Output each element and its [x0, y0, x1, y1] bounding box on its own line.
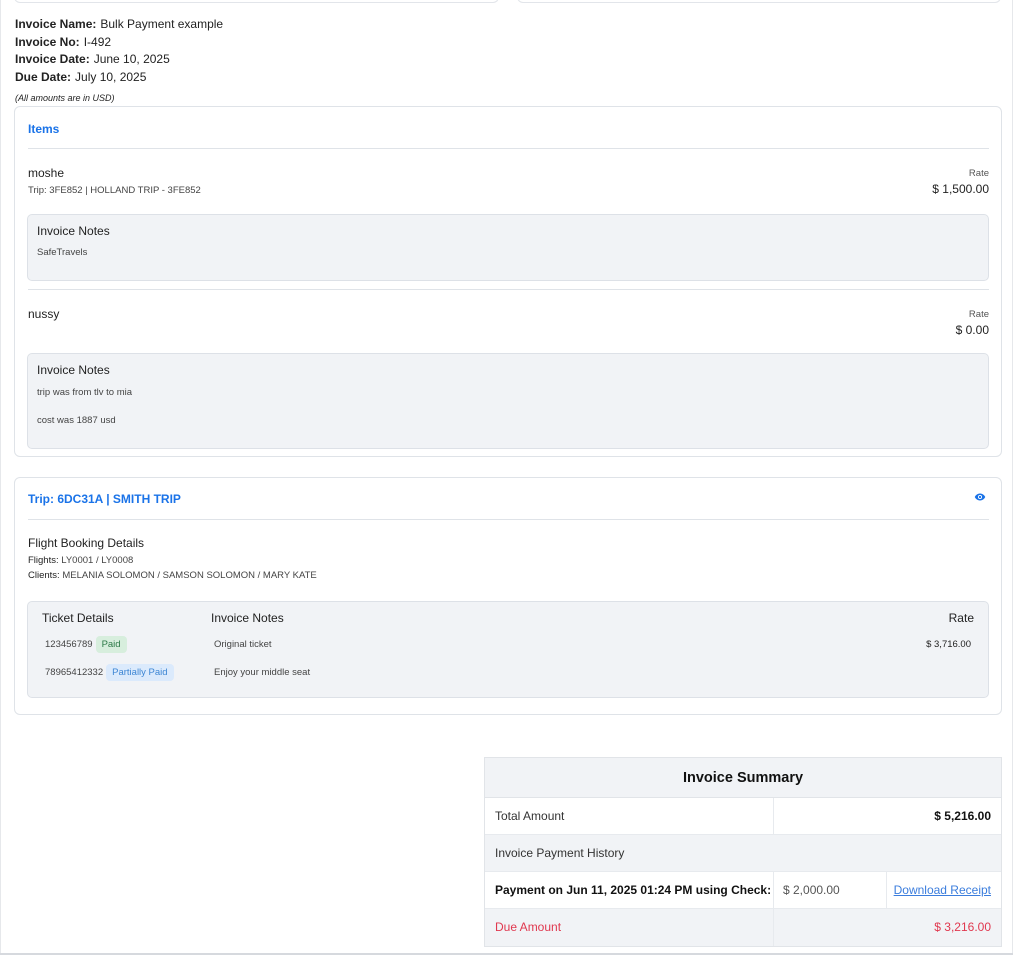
invoice-summary: Invoice Summary Total Amount $ 5,216.00 …	[484, 757, 1002, 947]
status-badge: Partially Paid	[106, 664, 174, 681]
invoice-notes-box-2: Invoice Notes trip was from tlv to mia c…	[27, 353, 989, 449]
invoice-no: I-492	[83, 34, 112, 49]
trip-card: Trip: 6DC31A | SMITH TRIP Flight Booking…	[14, 477, 1002, 715]
notes-title-2: Invoice Notes	[37, 363, 110, 377]
ticket-number: 78965412332	[45, 667, 104, 678]
invoice-name: Bulk Payment example	[100, 17, 224, 31]
currency-note: (All amounts are in USD)	[15, 93, 115, 103]
top-card-stub-left	[14, 0, 499, 3]
cell-divider	[773, 872, 774, 908]
invoice-date-row: Invoice Date: June 10, 2025	[15, 52, 170, 67]
rate-header: Rate	[948, 611, 974, 625]
left-border	[0, 0, 1, 955]
ticket-number: 123456789	[45, 639, 93, 650]
flights-row: Flights: LY0001 / LY0008	[28, 555, 134, 566]
clients-row: Clients: MELANIA SOLOMON / SAMSON SOLOMO…	[28, 570, 317, 581]
notes-title-1: Invoice Notes	[37, 224, 110, 238]
ticket-row-1: 123456789 Paid	[45, 636, 127, 653]
total-amount-value: $ 5,216.00	[934, 809, 991, 823]
items-divider	[28, 148, 989, 149]
items-title: Items	[28, 122, 60, 136]
cell-divider	[773, 909, 774, 946]
ticket-details-header: Ticket Details	[42, 611, 114, 625]
flights-value: LY0001 / LY0008	[61, 555, 134, 566]
item-sub-1: Trip: 3FE852 | HOLLAND TRIP - 3FE852	[28, 185, 201, 196]
item-name-1: moshe	[28, 166, 65, 180]
total-amount-row: Total Amount $ 5,216.00	[485, 798, 1001, 835]
payment-history-row: Invoice Payment History	[485, 835, 1001, 872]
rate-value-1: $ 1,500.00	[932, 182, 989, 196]
rate-label-1: Rate	[968, 168, 989, 179]
item-name-2: nussy	[28, 307, 60, 321]
payment-history-label: Invoice Payment History	[495, 846, 625, 860]
summary-title: Invoice Summary	[485, 758, 1001, 798]
rate-value-2: $ 0.00	[955, 323, 989, 337]
invoice-notes-box-1: Invoice Notes SafeTravels	[27, 214, 989, 281]
notes-line: trip was from tlv to mia	[37, 387, 133, 398]
notes-line: SafeTravels	[37, 247, 88, 258]
invoice-date: June 10, 2025	[93, 52, 170, 67]
invoice-meta: Invoice Name: Bulk Payment example Invoic…	[15, 16, 223, 87]
cell-divider	[886, 872, 887, 908]
notes-line: cost was 1887 usd	[37, 415, 116, 426]
download-receipt-link[interactable]: Download Receipt	[894, 872, 991, 909]
total-amount-label: Total Amount	[495, 809, 565, 823]
due-amount-value: $ 3,216.00	[934, 920, 991, 934]
item-divider	[28, 289, 989, 290]
cell-divider	[773, 798, 774, 834]
payment-amount: $ 2,000.00	[783, 883, 840, 897]
status-badge: Paid	[95, 636, 127, 653]
due-date-row: Due Date: July 10, 2025	[15, 70, 147, 85]
top-card-stub-right	[517, 0, 1001, 3]
trip-title: Trip: 6DC31A | SMITH TRIP	[28, 492, 181, 506]
ticket-details-box: Ticket Details Invoice Notes Rate 123456…	[27, 601, 989, 698]
eye-icon[interactable]	[974, 491, 986, 503]
ticket-rate: $ 3,716.00	[926, 639, 971, 650]
ticket-note: Enjoy your middle seat	[214, 667, 311, 678]
trip-divider	[28, 519, 989, 520]
flight-booking-title: Flight Booking Details	[28, 536, 145, 550]
rate-label-2: Rate	[968, 309, 989, 320]
due-amount-label: Due Amount	[495, 920, 562, 934]
invoice-notes-header: Invoice Notes	[211, 611, 284, 625]
due-amount-row: Due Amount $ 3,216.00	[485, 909, 1001, 946]
invoice-name-row: Invoice Name: Bulk Payment example	[15, 17, 224, 31]
clients-value: MELANIA SOLOMON / SAMSON SOLOMON / MARY …	[62, 570, 317, 581]
items-card: Items moshe Trip: 3FE852 | HOLLAND TRIP …	[14, 106, 1002, 457]
ticket-note: Original ticket	[214, 639, 272, 650]
payment-row: Payment on Jun 11, 2025 01:24 PM using C…	[485, 872, 1001, 909]
invoice-no-row: Invoice No: I-492	[15, 34, 112, 49]
payment-label: Payment on Jun 11, 2025 01:24 PM using C…	[495, 883, 772, 897]
ticket-row-2: 78965412332 Partially Paid	[45, 664, 174, 681]
due-date: July 10, 2025	[75, 70, 147, 85]
